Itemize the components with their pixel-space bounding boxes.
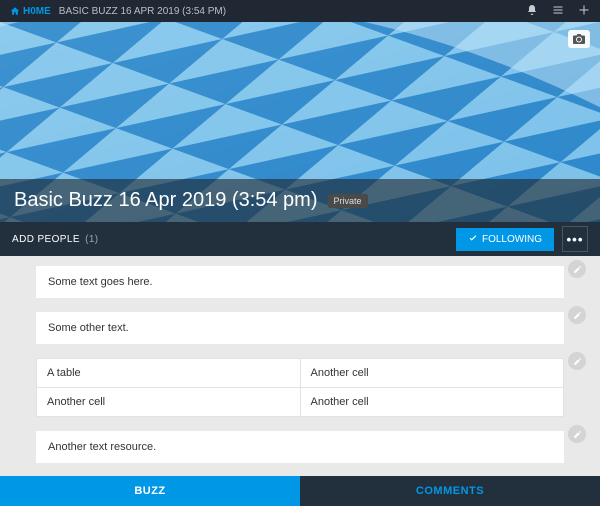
check-icon bbox=[468, 234, 478, 244]
tab-comments[interactable]: COMMENTS bbox=[300, 476, 600, 506]
privacy-badge: Private bbox=[328, 194, 368, 208]
menu-icon[interactable] bbox=[552, 4, 564, 19]
people-count: (1) bbox=[85, 234, 98, 245]
action-row: ADD PEOPLE (1) FOLLOWING ••• bbox=[0, 222, 600, 256]
tab-buzz[interactable]: BUZZ bbox=[0, 476, 300, 506]
ellipsis-icon: ••• bbox=[567, 232, 584, 247]
page-title: Basic Buzz 16 Apr 2019 (3:54 pm) bbox=[14, 189, 318, 212]
edit-button[interactable] bbox=[568, 425, 586, 443]
table-cell: Another cell bbox=[37, 388, 301, 417]
content-area: Some text goes here. Some other text. A … bbox=[0, 256, 600, 485]
following-button[interactable]: FOLLOWING bbox=[456, 228, 554, 251]
home-label: H0ME bbox=[23, 6, 51, 17]
home-link[interactable]: H0ME bbox=[10, 6, 51, 17]
pencil-icon bbox=[573, 430, 582, 439]
change-banner-button[interactable] bbox=[568, 30, 590, 48]
pencil-icon bbox=[573, 265, 582, 274]
following-label: FOLLOWING bbox=[482, 234, 542, 245]
hero-banner: Basic Buzz 16 Apr 2019 (3:54 pm) Private bbox=[0, 22, 600, 222]
pencil-icon bbox=[573, 357, 582, 366]
top-nav: H0ME BASIC BUZZ 16 APR 2019 (3:54 PM) bbox=[0, 0, 600, 22]
table-row: Another cellAnother cell bbox=[37, 388, 564, 417]
title-bar: Basic Buzz 16 Apr 2019 (3:54 pm) Private bbox=[0, 179, 600, 222]
text-resource: Some text goes here. bbox=[36, 266, 564, 298]
resource-block: Some other text. bbox=[36, 312, 564, 344]
resource-block: A tableAnother cell Another cellAnother … bbox=[36, 358, 564, 417]
bell-icon[interactable] bbox=[526, 4, 538, 19]
add-people-button[interactable]: ADD PEOPLE (1) bbox=[12, 234, 99, 245]
table-resource: A tableAnother cell Another cellAnother … bbox=[36, 358, 564, 417]
breadcrumb: BASIC BUZZ 16 APR 2019 (3:54 PM) bbox=[59, 6, 226, 17]
plus-icon[interactable] bbox=[578, 4, 590, 19]
text-resource: Some other text. bbox=[36, 312, 564, 344]
resource-block: Some text goes here. bbox=[36, 266, 564, 298]
table-cell: Another cell bbox=[300, 388, 564, 417]
table-cell: Another cell bbox=[300, 359, 564, 388]
bottom-tabs: BUZZ COMMENTS bbox=[0, 476, 600, 506]
add-people-label: ADD PEOPLE bbox=[12, 234, 80, 245]
more-button[interactable]: ••• bbox=[562, 226, 588, 252]
table-row: A tableAnother cell bbox=[37, 359, 564, 388]
edit-button[interactable] bbox=[568, 306, 586, 324]
pencil-icon bbox=[573, 311, 582, 320]
resource-block: Another text resource. bbox=[36, 431, 564, 463]
edit-button[interactable] bbox=[568, 260, 586, 278]
edit-button[interactable] bbox=[568, 352, 586, 370]
table-cell: A table bbox=[37, 359, 301, 388]
camera-icon bbox=[573, 34, 585, 44]
home-icon bbox=[10, 6, 20, 16]
text-resource: Another text resource. bbox=[36, 431, 564, 463]
